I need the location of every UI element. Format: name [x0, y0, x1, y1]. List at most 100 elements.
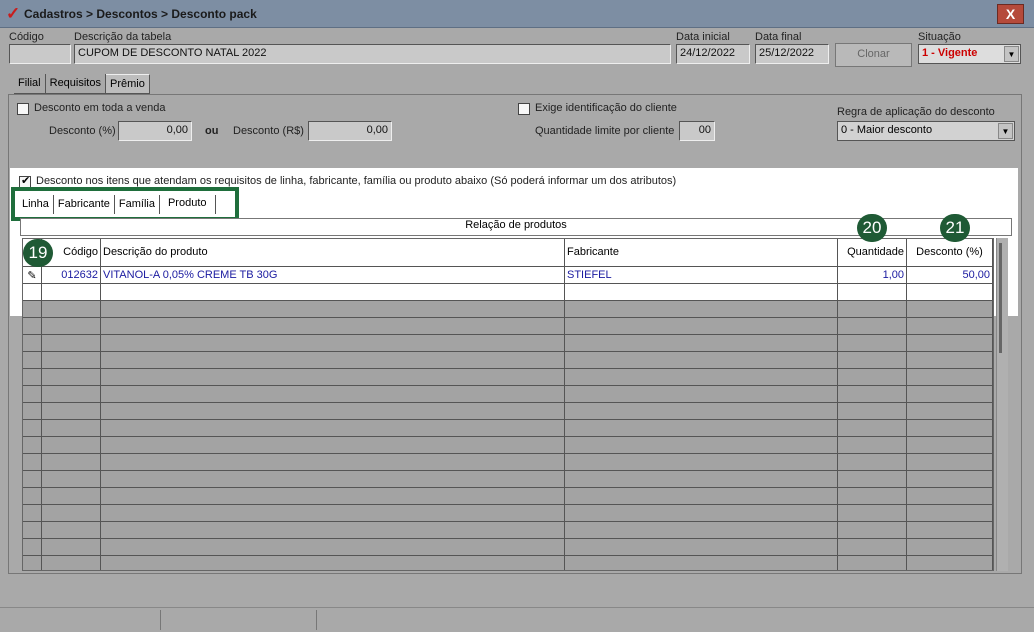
- tab-premio[interactable]: Prêmio: [105, 74, 150, 93]
- empty-cell: [101, 471, 565, 488]
- status-bar: [0, 607, 1034, 632]
- tab-requisitos[interactable]: Requisitos: [46, 74, 106, 93]
- vertical-scrollbar[interactable]: [996, 238, 1008, 571]
- scrollbar-thumb[interactable]: [999, 243, 1002, 353]
- title-bar: ✓ Cadastros > Descontos > Desconto pack …: [0, 0, 1034, 28]
- descricao-field[interactable]: CUPOM DE DESCONTO NATAL 2022: [74, 44, 671, 64]
- empty-cell: [907, 403, 993, 420]
- empty-cell: [23, 522, 42, 539]
- empty-cell: [565, 318, 838, 335]
- empty-cell: [42, 522, 101, 539]
- qtd-limite-field[interactable]: 00: [679, 121, 715, 141]
- col-quantidade[interactable]: Quantidade: [838, 239, 907, 267]
- empty-cell: [23, 386, 42, 403]
- desconto-pct-field[interactable]: 0,00: [118, 121, 192, 141]
- status-divider: [316, 610, 317, 630]
- empty-cell: [42, 403, 101, 420]
- col-fabricante[interactable]: Fabricante: [565, 239, 838, 267]
- row-quantidade[interactable]: 1,00: [838, 267, 907, 284]
- situacao-value: 1 - Vigente: [922, 47, 978, 59]
- empty-cell: [565, 437, 838, 454]
- step-badge-20: 20: [857, 214, 887, 242]
- clonar-button[interactable]: Clonar: [835, 43, 912, 67]
- regra-select[interactable]: 0 - Maior desconto ▼: [837, 121, 1015, 141]
- empty-cell: [565, 505, 838, 522]
- data-final-field[interactable]: 25/12/2022: [755, 44, 829, 64]
- empty-cell: [907, 556, 993, 570]
- empty-cell: [565, 454, 838, 471]
- empty-cell: [838, 386, 907, 403]
- tab-filial[interactable]: Filial: [14, 74, 46, 93]
- empty-cell: [23, 437, 42, 454]
- empty-cell: [907, 539, 993, 556]
- empty-cell: [838, 539, 907, 556]
- products-grid: Código Descrição do produto Fabricante Q…: [22, 238, 994, 571]
- empty-cell: [907, 454, 993, 471]
- empty-cell: [565, 386, 838, 403]
- empty-cell: [565, 284, 838, 301]
- exige-identificacao-checkbox[interactable]: [518, 103, 530, 115]
- empty-cell: [838, 522, 907, 539]
- empty-cell: [42, 369, 101, 386]
- desconto-pct-label: Desconto (%): [49, 125, 116, 137]
- main-tabs: Filial Requisitos Prêmio: [14, 74, 150, 94]
- data-inicial-field[interactable]: 24/12/2022: [676, 44, 750, 64]
- empty-cell: [907, 505, 993, 522]
- empty-cell: [101, 437, 565, 454]
- empty-cell: [101, 335, 565, 352]
- col-desconto[interactable]: Desconto (%): [907, 239, 993, 267]
- exige-identificacao-label: Exige identificação do cliente: [535, 102, 677, 114]
- close-button[interactable]: X: [997, 4, 1024, 24]
- pencil-icon[interactable]: ✎: [23, 267, 42, 284]
- col-descricao[interactable]: Descrição do produto: [101, 239, 565, 267]
- codigo-field[interactable]: [9, 44, 71, 64]
- row-fabricante[interactable]: STIEFEL: [565, 267, 838, 284]
- empty-cell: [101, 386, 565, 403]
- descricao-label: Descrição da tabela: [74, 31, 172, 43]
- empty-cell: [42, 352, 101, 369]
- empty-cell: [101, 488, 565, 505]
- regra-value: 0 - Maior desconto: [841, 124, 933, 136]
- empty-cell: [565, 335, 838, 352]
- empty-cell: [907, 386, 993, 403]
- row-descricao[interactable]: VITANOL-A 0,05% CREME TB 30G: [101, 267, 565, 284]
- empty-cell: [42, 488, 101, 505]
- empty-cell: [23, 471, 42, 488]
- empty-cell: [23, 352, 42, 369]
- data-inicial-label: Data inicial: [676, 31, 730, 43]
- empty-cell: [907, 301, 993, 318]
- window-title: Cadastros > Descontos > Desconto pack: [24, 7, 257, 21]
- qtd-limite-label: Quantidade limite por cliente: [535, 125, 675, 137]
- ou-label: ou: [205, 125, 219, 137]
- empty-cell: [565, 488, 838, 505]
- empty-cell: [838, 437, 907, 454]
- row-codigo[interactable]: 012632: [42, 267, 101, 284]
- desconto-toda-venda-label: Desconto em toda a venda: [34, 102, 166, 114]
- chevron-down-icon[interactable]: ▼: [998, 123, 1013, 139]
- chevron-down-icon[interactable]: ▼: [1004, 46, 1019, 62]
- empty-cell: [907, 471, 993, 488]
- empty-cell: [838, 471, 907, 488]
- empty-cell: [101, 352, 565, 369]
- empty-cell: [42, 471, 101, 488]
- row-desconto[interactable]: 50,00: [907, 267, 993, 284]
- empty-cell: [42, 284, 101, 301]
- empty-cell: [565, 403, 838, 420]
- desconto-itens-label: Desconto nos itens que atendam os requis…: [36, 175, 677, 187]
- empty-cell: [23, 454, 42, 471]
- empty-cell: [907, 488, 993, 505]
- empty-cell: [23, 284, 42, 301]
- empty-cell: [838, 318, 907, 335]
- desconto-toda-venda-checkbox[interactable]: [17, 103, 29, 115]
- empty-cell: [42, 386, 101, 403]
- data-final-label: Data final: [755, 31, 802, 43]
- empty-cell: [42, 318, 101, 335]
- step-badge-19: 19: [23, 239, 53, 267]
- empty-cell: [101, 301, 565, 318]
- empty-cell: [565, 420, 838, 437]
- situacao-select[interactable]: 1 - Vigente ▼: [918, 44, 1021, 64]
- desconto-rs-field[interactable]: 0,00: [308, 121, 392, 141]
- empty-cell: [23, 505, 42, 522]
- highlight-box: [11, 187, 239, 221]
- desconto-rs-label: Desconto (R$): [233, 125, 304, 137]
